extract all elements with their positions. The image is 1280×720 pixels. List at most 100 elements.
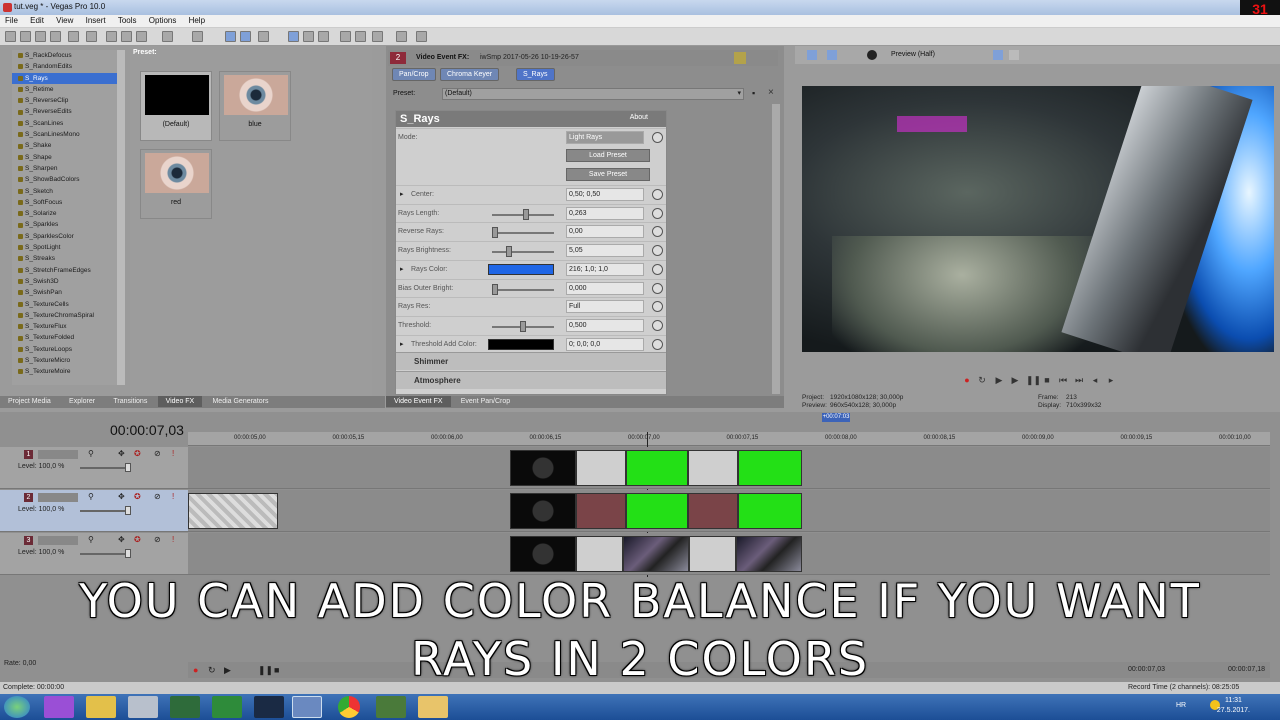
close-icon[interactable]: ×	[768, 87, 774, 98]
solo-icon[interactable]: !	[172, 492, 174, 501]
whats-this-icon[interactable]	[396, 31, 407, 42]
level-slider[interactable]	[80, 553, 130, 555]
tab-event-pan-crop[interactable]: Event Pan/Crop	[453, 396, 518, 407]
fx-list-item[interactable]: S_ReverseEdits	[12, 106, 124, 117]
normal-edit-tool-icon[interactable]	[225, 31, 236, 42]
slider-knob[interactable]	[492, 283, 498, 295]
menu-tools[interactable]: Tools	[113, 15, 142, 26]
active-window-icon[interactable]	[292, 696, 322, 718]
track-lane-1[interactable]	[188, 447, 1270, 489]
open-icon[interactable]	[20, 31, 31, 42]
preset-red[interactable]: red	[140, 149, 212, 219]
external-monitor-icon[interactable]	[827, 50, 837, 60]
clip[interactable]	[510, 536, 576, 572]
track-header[interactable]: 1 ⚲ ✥ ✪ ⊘! Level: 100,0 %	[0, 447, 188, 489]
slider-knob[interactable]	[506, 246, 512, 258]
preview-quality-dropdown[interactable]: Preview (Half)	[891, 51, 935, 58]
clip[interactable]	[689, 536, 736, 572]
auto-crossfade-icon[interactable]	[303, 31, 314, 42]
preset-default[interactable]: (Default)	[140, 71, 212, 141]
fx-list-item[interactable]: S_Rays	[12, 72, 124, 84]
compositing-mode-icon[interactable]: ✥	[118, 449, 125, 458]
record-icon[interactable]: ●	[962, 375, 972, 385]
go-to-end-icon[interactable]: ⏭	[1074, 375, 1084, 385]
menu-view[interactable]: View	[51, 15, 78, 26]
fx-list-item[interactable]: S_Solarize	[12, 208, 124, 219]
fx-list-item[interactable]: S_RackDefocus	[12, 50, 124, 61]
param-value[interactable]: 0; 0,0; 0,0	[566, 337, 644, 351]
pen-app-icon[interactable]	[44, 696, 74, 718]
track-name-field[interactable]	[38, 536, 78, 545]
snapping-icon[interactable]	[288, 31, 299, 42]
fx-chain-options-icon[interactable]	[734, 52, 746, 64]
chrome-icon[interactable]	[338, 696, 360, 718]
param-value[interactable]: 216; 1,0; 1,0	[566, 262, 644, 276]
clip[interactable]	[576, 536, 623, 572]
param-value[interactable]: 0,000	[566, 281, 644, 295]
clip[interactable]	[626, 450, 688, 486]
chain-chroma-keyer[interactable]: Chroma Keyer	[440, 68, 500, 81]
fx-list-item[interactable]: S_TextureChromaSpiral	[12, 310, 124, 321]
solo-icon[interactable]: !	[172, 535, 174, 544]
clock-icon[interactable]	[652, 282, 663, 294]
settings-app-icon[interactable]	[128, 696, 158, 718]
selection-tool-icon[interactable]	[258, 31, 269, 42]
clip[interactable]	[736, 536, 802, 572]
param-slider[interactable]	[492, 246, 554, 258]
fx-list-item[interactable]: S_ScanLinesMono	[12, 129, 124, 140]
fx-list-item[interactable]: S_ShowBadColors	[12, 174, 124, 185]
param-value[interactable]: 0,00	[566, 225, 644, 239]
save-preset-icon[interactable]: ▪	[752, 88, 755, 98]
vegas-taskbar-icon[interactable]	[170, 696, 200, 718]
save-snapshot-icon[interactable]	[1009, 50, 1019, 60]
clock-icon[interactable]	[652, 301, 663, 313]
copy-icon[interactable]	[121, 31, 132, 42]
bypass-motion-blur-icon[interactable]: ⚲	[88, 535, 94, 544]
clock-icon[interactable]	[652, 338, 663, 350]
language-indicator[interactable]: HR	[1176, 702, 1186, 709]
tab-video-fx[interactable]: Video FX	[157, 396, 203, 407]
clip[interactable]	[576, 450, 626, 486]
loop-icon[interactable]: ↻	[977, 375, 987, 385]
fx-list-item[interactable]: S_Retime	[12, 84, 124, 95]
envelope-tool-icon[interactable]	[240, 31, 251, 42]
chain-s-rays[interactable]: S_Rays	[516, 68, 555, 81]
clip[interactable]	[188, 493, 278, 529]
clip[interactable]	[688, 493, 738, 529]
clip[interactable]	[623, 536, 689, 572]
track-fx-icon[interactable]: ✪	[134, 449, 141, 458]
clip[interactable]	[576, 493, 626, 529]
param-value[interactable]: 0,500	[566, 318, 644, 332]
level-slider-knob[interactable]	[125, 506, 131, 515]
param-value[interactable]: Full	[566, 300, 644, 314]
fx-list-item[interactable]: S_Streaks	[12, 253, 124, 264]
fx-list-item[interactable]: S_TextureCells	[12, 299, 124, 310]
track-fx-icon[interactable]: ✪	[134, 535, 141, 544]
track-name-field[interactable]	[38, 493, 78, 502]
param-value[interactable]: 0,50; 0,50	[566, 188, 644, 201]
section-atmosphere[interactable]: Atmosphere	[396, 371, 666, 389]
properties-icon[interactable]	[68, 31, 79, 42]
fx-list-item[interactable]: S_TextureLoops	[12, 344, 124, 355]
tab-media-generators[interactable]: Media Generators	[204, 396, 276, 407]
menu-help[interactable]: Help	[184, 15, 210, 26]
expand-arrow-icon[interactable]: ▸	[400, 265, 404, 273]
level-slider[interactable]	[80, 467, 130, 469]
track-lane-3[interactable]	[188, 533, 1270, 575]
section-shimmer[interactable]: Shimmer	[396, 352, 666, 370]
load-preset-button[interactable]: Load Preset	[566, 149, 650, 162]
shield-app-icon[interactable]	[254, 696, 284, 718]
color-swatch[interactable]	[488, 263, 554, 275]
mute-icon[interactable]: ⊘	[154, 449, 161, 458]
track-fx-icon[interactable]: ✪	[134, 492, 141, 501]
track-name-field[interactable]	[38, 450, 78, 459]
level-slider-knob[interactable]	[125, 549, 131, 558]
fx-preset-dropdown[interactable]: (Default) ▾	[442, 88, 744, 100]
clock-icon[interactable]	[652, 132, 663, 143]
param-slider[interactable]	[492, 320, 554, 332]
fx-list-item[interactable]: S_Sharpen	[12, 163, 124, 174]
editor-app-icon[interactable]	[212, 696, 242, 718]
mute-icon[interactable]: ⊘	[154, 535, 161, 544]
clip[interactable]	[626, 493, 688, 529]
slider-knob[interactable]	[522, 208, 529, 220]
